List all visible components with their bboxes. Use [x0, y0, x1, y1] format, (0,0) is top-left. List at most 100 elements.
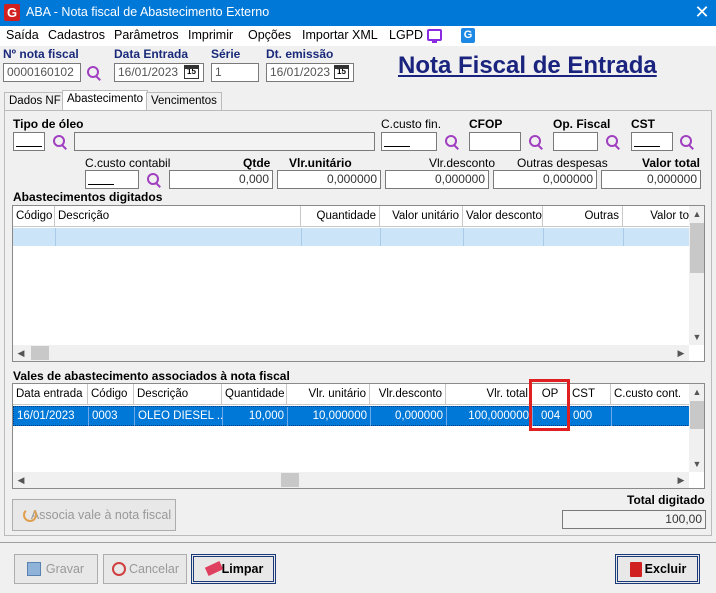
ccusto-fin-input[interactable]: [381, 132, 437, 151]
calendar-entrada-icon[interactable]: 15: [184, 65, 199, 79]
abastecimentos-label: Abastecimentos digitados: [13, 190, 163, 204]
col-valor-unitario[interactable]: Valor unitário: [380, 206, 463, 227]
tipo-oleo-description: [74, 132, 375, 151]
col-cst[interactable]: CST: [569, 384, 611, 405]
col-ccusto-cont[interactable]: C.custo cont.: [611, 384, 690, 405]
g-app-icon[interactable]: G: [461, 28, 475, 43]
vlr-desconto-input[interactable]: 0,000000: [385, 170, 489, 189]
eraser-icon: [204, 561, 224, 576]
cell-vlr-total: 100,000000: [447, 407, 533, 426]
vales-hscroll[interactable]: ◀ ▶: [13, 472, 689, 488]
op-fiscal-input[interactable]: [553, 132, 598, 151]
search-op-fiscal-icon[interactable]: [605, 134, 621, 150]
col-vlr-total[interactable]: Vlr. total: [446, 384, 532, 405]
scroll-down-icon[interactable]: ▼: [689, 456, 704, 472]
abastecimentos-vscroll[interactable]: ▲ ▼: [689, 206, 704, 345]
scroll-left-icon[interactable]: ◀: [13, 345, 29, 361]
page-title: Nota Fiscal de Entrada: [398, 52, 657, 79]
col-codigo[interactable]: Código: [88, 384, 134, 405]
qtde-label: Qtde: [243, 156, 271, 170]
scroll-up-icon[interactable]: ▲: [689, 384, 704, 400]
cst-input[interactable]: [631, 132, 673, 151]
ccusto-fin-label: C.custo fin.: [381, 117, 442, 131]
col-data-entrada[interactable]: Data entrada: [13, 384, 88, 405]
col-descricao[interactable]: Descrição: [55, 206, 301, 227]
search-ccusto-fin-icon[interactable]: [444, 134, 460, 150]
gravar-button[interactable]: Gravar: [14, 554, 98, 584]
menu-cadastros[interactable]: Cadastros: [48, 28, 105, 42]
vlr-unitario-input[interactable]: 0,000000: [277, 170, 381, 189]
search-cfop-icon[interactable]: [528, 134, 544, 150]
search-nota-icon[interactable]: [86, 65, 102, 81]
ccusto-contabil-label: C.custo contabil: [85, 156, 171, 170]
cell-vlr-unitario: 10,000000: [288, 407, 371, 426]
nota-fiscal-label: Nº nota fiscal: [3, 47, 79, 61]
vales-label: Vales de abastecimento associados à nota…: [13, 369, 290, 383]
col-descricao[interactable]: Descrição: [134, 384, 222, 405]
col-outras[interactable]: Outras: [543, 206, 623, 227]
tab-abastecimento[interactable]: Abastecimento: [62, 90, 149, 111]
col-valor-total[interactable]: Valor to: [623, 206, 690, 227]
close-icon[interactable]: ✕: [690, 1, 714, 25]
vlr-desconto-label: Vlr.desconto: [429, 156, 496, 170]
abastecimentos-hscroll[interactable]: ◀ ▶: [13, 345, 689, 361]
cell-descricao: OLEO DIESEL ...: [135, 407, 223, 426]
col-quantidade[interactable]: Quantidade: [301, 206, 380, 227]
vales-grid[interactable]: Data entrada Código Descrição Quantidade…: [12, 383, 705, 489]
cfop-input[interactable]: [469, 132, 521, 151]
search-tipo-oleo-icon[interactable]: [52, 134, 68, 150]
abastecimentos-grid[interactable]: Código Descrição Quantidade Valor unitár…: [12, 205, 705, 362]
scroll-right-icon[interactable]: ▶: [673, 345, 689, 361]
limpar-button[interactable]: Limpar: [191, 554, 276, 584]
serie-label: Série: [211, 47, 241, 61]
menu-lgpd[interactable]: LGPD: [389, 28, 423, 42]
title-bar: G ABA - Nota fiscal de Abastecimento Ext…: [0, 0, 716, 26]
scroll-thumb[interactable]: [31, 346, 49, 360]
associa-vale-button[interactable]: Associa vale à nota fiscal: [12, 499, 176, 531]
scroll-thumb[interactable]: [690, 401, 704, 429]
monitor-icon[interactable]: [427, 29, 442, 43]
menu-importar-xml[interactable]: Importar XML: [302, 28, 378, 42]
tab-dados-nf[interactable]: Dados NF: [4, 92, 66, 110]
menu-saida[interactable]: Saída: [6, 28, 39, 42]
col-valor-desconto[interactable]: Valor desconto: [463, 206, 543, 227]
scroll-thumb[interactable]: [281, 473, 299, 487]
cell-vlr-desconto: 0,000000: [371, 407, 447, 426]
table-row[interactable]: 16/01/2023 0003 OLEO DIESEL ... 10,000 1…: [13, 406, 691, 426]
col-codigo[interactable]: Código: [13, 206, 55, 227]
col-vlr-unitario[interactable]: Vlr. unitário: [287, 384, 370, 405]
op-highlight-box: [529, 379, 570, 431]
search-cst-icon[interactable]: [679, 134, 695, 150]
vales-vscroll[interactable]: ▲ ▼: [689, 384, 704, 472]
tipo-oleo-code-input[interactable]: [13, 132, 45, 151]
excluir-button[interactable]: Excluir: [615, 554, 700, 584]
refresh-icon: [23, 508, 37, 522]
col-quantidade[interactable]: Quantidade: [222, 384, 287, 405]
calendar-emissao-icon[interactable]: 15: [334, 65, 349, 79]
cst-label: CST: [631, 117, 655, 131]
ccusto-contabil-input[interactable]: [85, 170, 139, 189]
data-entrada-label: Data Entrada: [114, 47, 189, 61]
nota-fiscal-input[interactable]: 0000160102: [3, 63, 81, 82]
scroll-right-icon[interactable]: ▶: [673, 472, 689, 488]
table-row[interactable]: [13, 228, 690, 246]
tab-vencimentos[interactable]: Vencimentos: [146, 92, 222, 110]
scroll-thumb[interactable]: [690, 223, 704, 273]
cell-codigo: 0003: [89, 407, 135, 426]
total-digitado-value: 100,00: [562, 510, 706, 529]
scroll-left-icon[interactable]: ◀: [13, 472, 29, 488]
col-vlr-desconto[interactable]: Vlr.desconto: [370, 384, 446, 405]
scroll-up-icon[interactable]: ▲: [689, 206, 704, 222]
outras-despesas-input[interactable]: 0,000000: [493, 170, 597, 189]
tipo-oleo-label: Tipo de óleo: [13, 117, 84, 131]
search-ccusto-contabil-icon[interactable]: [146, 172, 162, 188]
serie-input[interactable]: 1: [211, 63, 259, 82]
valor-total-input[interactable]: 0,000000: [601, 170, 701, 189]
menu-opcoes[interactable]: Opções: [248, 28, 291, 42]
cancelar-button[interactable]: Cancelar: [103, 554, 187, 584]
menu-parametros[interactable]: Parâmetros: [114, 28, 179, 42]
cell-cst: 000: [570, 407, 612, 426]
qtde-input[interactable]: 0,000: [169, 170, 273, 189]
scroll-down-icon[interactable]: ▼: [689, 329, 704, 345]
menu-imprimir[interactable]: Imprimir: [188, 28, 233, 42]
